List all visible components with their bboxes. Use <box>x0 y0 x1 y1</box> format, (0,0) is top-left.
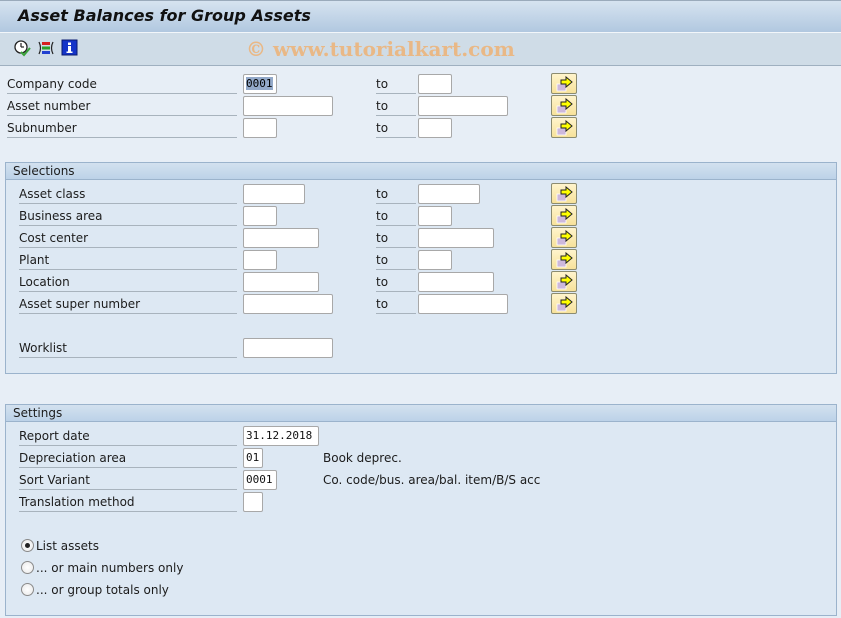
asset-class-to-label: to <box>376 184 416 204</box>
location-to-input[interactable] <box>418 272 494 292</box>
asset-class-from-input[interactable] <box>243 184 305 204</box>
info-icon[interactable] <box>61 39 79 57</box>
multiple-selection-button[interactable] <box>551 73 577 94</box>
radio-label: List assets <box>36 539 99 553</box>
asset-super-number-label: Asset super number <box>19 294 237 314</box>
asset-class-to-input[interactable] <box>418 184 480 204</box>
company-code-to-label: to <box>376 74 416 94</box>
selection-options-icon[interactable] <box>37 39 55 57</box>
worklist-input[interactable] <box>243 338 333 358</box>
report-date-label: Report date <box>19 426 237 446</box>
radio-unselected-icon[interactable] <box>21 583 34 596</box>
title-bar: Asset Balances for Group Assets <box>0 0 841 33</box>
radio-label: ... or main numbers only <box>36 561 184 575</box>
translation-method-label: Translation method <box>19 492 237 512</box>
subnumber-to-label: to <box>376 118 416 138</box>
multiple-selection-button[interactable] <box>551 271 577 292</box>
cost-center-label: Cost center <box>19 228 237 248</box>
multiple-selection-arrow-icon <box>556 186 573 202</box>
asset-super-number-to-label: to <box>376 294 416 314</box>
multiple-selection-arrow-icon <box>556 76 573 92</box>
cost-center-to-label: to <box>376 228 416 248</box>
depreciation-area-input[interactable]: 01 <box>243 448 263 468</box>
company-code-to-input[interactable] <box>418 74 452 94</box>
business-area-from-input[interactable] <box>243 206 277 226</box>
cost-center-from-input[interactable] <box>243 228 319 248</box>
translation-method-input[interactable] <box>243 492 263 512</box>
asset-number-to-label: to <box>376 96 416 116</box>
company-code-label: Company code <box>7 74 237 94</box>
radio-group-totals-only[interactable]: ... or group totals only <box>21 581 169 599</box>
depreciation-area-label: Depreciation area <box>19 448 237 468</box>
asset-super-number-to-input[interactable] <box>418 294 508 314</box>
report-date-input[interactable]: 31.12.2018 <box>243 426 319 446</box>
location-from-input[interactable] <box>243 272 319 292</box>
radio-main-numbers-only[interactable]: ... or main numbers only <box>21 559 183 577</box>
settings-group-title: Settings <box>6 405 836 422</box>
radio-label: ... or group totals only <box>36 583 169 597</box>
sort-variant-label: Sort Variant <box>19 470 237 490</box>
page-title: Asset Balances for Group Assets <box>18 6 311 25</box>
asset-number-from-input[interactable] <box>243 96 333 116</box>
multiple-selection-arrow-icon <box>556 120 573 136</box>
business-area-label: Business area <box>19 206 237 226</box>
radio-selected-icon[interactable] <box>21 539 34 552</box>
multiple-selection-button[interactable] <box>551 95 577 116</box>
radio-unselected-icon[interactable] <box>21 561 34 574</box>
multiple-selection-button[interactable] <box>551 249 577 270</box>
watermark: © www.tutorialkart.com <box>246 37 515 61</box>
multiple-selection-arrow-icon <box>556 274 573 290</box>
multiple-selection-button[interactable] <box>551 183 577 204</box>
company-code-from-input[interactable]: 0001 <box>243 74 277 94</box>
asset-number-label: Asset number <box>7 96 237 116</box>
multiple-selection-arrow-icon <box>556 252 573 268</box>
subnumber-to-input[interactable] <box>418 118 452 138</box>
depreciation-area-description: Book deprec. <box>323 451 402 465</box>
selections-group-title: Selections <box>6 163 836 180</box>
multiple-selection-button[interactable] <box>551 293 577 314</box>
radio-list-assets[interactable]: List assets <box>21 537 99 555</box>
worklist-label: Worklist <box>19 338 237 358</box>
multiple-selection-button[interactable] <box>551 205 577 226</box>
multiple-selection-arrow-icon <box>556 230 573 246</box>
multiple-selection-arrow-icon <box>556 98 573 114</box>
sort-variant-description: Co. code/bus. area/bal. item/B/S acc <box>323 473 541 487</box>
plant-to-input[interactable] <box>418 250 452 270</box>
cost-center-to-input[interactable] <box>418 228 494 248</box>
multiple-selection-arrow-icon <box>556 208 573 224</box>
subnumber-label: Subnumber <box>7 118 237 138</box>
plant-label: Plant <box>19 250 237 270</box>
execute-clock-icon[interactable] <box>13 39 31 57</box>
asset-super-number-from-input[interactable] <box>243 294 333 314</box>
subnumber-from-input[interactable] <box>243 118 277 138</box>
plant-to-label: to <box>376 250 416 270</box>
location-label: Location <box>19 272 237 292</box>
business-area-to-label: to <box>376 206 416 226</box>
asset-number-to-input[interactable] <box>418 96 508 116</box>
business-area-to-input[interactable] <box>418 206 452 226</box>
multiple-selection-button[interactable] <box>551 117 577 138</box>
sort-variant-input[interactable]: 0001 <box>243 470 277 490</box>
plant-from-input[interactable] <box>243 250 277 270</box>
location-to-label: to <box>376 272 416 292</box>
asset-class-label: Asset class <box>19 184 237 204</box>
application-toolbar: © www.tutorialkart.com <box>0 33 841 66</box>
multiple-selection-arrow-icon <box>556 296 573 312</box>
multiple-selection-button[interactable] <box>551 227 577 248</box>
